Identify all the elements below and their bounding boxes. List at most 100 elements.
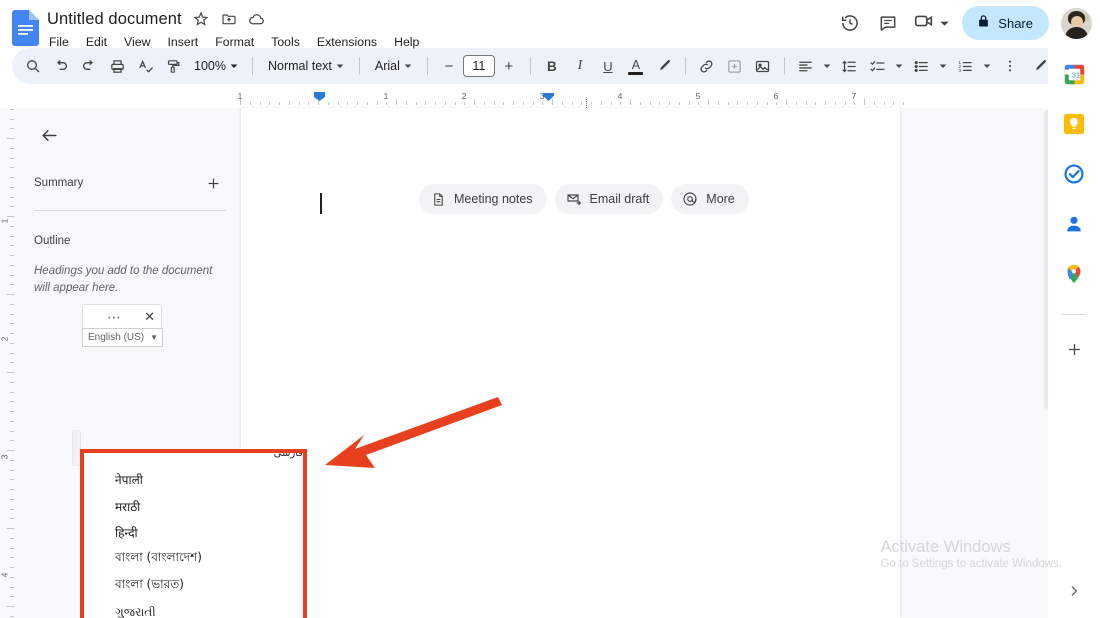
page-title[interactable]: Untitled document: [47, 10, 182, 29]
outline-label: Outline: [34, 235, 71, 247]
google-calendar-icon[interactable]: 31: [1058, 58, 1090, 90]
cloud-saved-icon[interactable]: [248, 10, 266, 28]
language-option[interactable]: বাংলা (বাংলাদেশ): [84, 546, 303, 573]
text-color-button[interactable]: A: [623, 53, 649, 79]
chevron-down-icon: [819, 58, 835, 74]
ruler-ticks: 11234567: [238, 90, 910, 108]
language-dropdown-list[interactable]: فارسی नेपाली मराठी हिन्दी বাংলা (বাংলাদেশ) বা…: [80, 449, 307, 618]
move-to-folder-icon[interactable]: [220, 10, 238, 28]
close-icon[interactable]: ✕: [144, 310, 155, 323]
plus-icon[interactable]: [202, 172, 224, 194]
chip-email-draft[interactable]: Email draft: [554, 184, 664, 214]
menu-item-format[interactable]: Format: [213, 34, 256, 50]
ruler-number: 4: [617, 91, 623, 101]
ruler-tick: [600, 102, 602, 105]
document-page[interactable]: Meeting notes Email draft More: [241, 108, 900, 618]
bulleted-list-icon[interactable]: [909, 53, 935, 79]
document-icon: [430, 191, 446, 207]
menu-item-view[interactable]: View: [122, 34, 152, 50]
paint-format-icon[interactable]: [160, 53, 186, 79]
menu-item-extensions[interactable]: Extensions: [315, 34, 379, 50]
meet-button[interactable]: [909, 6, 954, 40]
spellcheck-icon[interactable]: [132, 53, 158, 79]
language-option[interactable]: فارسی: [84, 453, 303, 467]
language-select[interactable]: English (US) ▼: [82, 328, 163, 347]
checklist-icon[interactable]: [865, 53, 891, 79]
menu-item-tools[interactable]: Tools: [269, 34, 302, 50]
ruler-tick: [10, 430, 14, 432]
google-docs-icon[interactable]: [12, 10, 39, 46]
highlight-pen-icon[interactable]: [651, 53, 677, 79]
language-option[interactable]: ગુજરાતી: [84, 599, 303, 618]
ruler-tick: [639, 102, 641, 105]
insert-image-icon[interactable]: [750, 53, 776, 79]
align-control[interactable]: [793, 53, 835, 79]
zoom-control[interactable]: 100%: [188, 53, 244, 79]
google-tasks-icon[interactable]: [1058, 158, 1090, 190]
increase-font-size-button[interactable]: +: [496, 53, 522, 79]
bulleted-list-control[interactable]: [909, 53, 951, 79]
ruler-tick: [10, 498, 14, 500]
chip-label: Meeting notes: [454, 192, 533, 206]
ruler-tick: [10, 128, 14, 130]
numbered-list-icon[interactable]: 1 2 3: [953, 53, 979, 79]
version-history-icon[interactable]: [833, 6, 867, 40]
vertical-ruler[interactable]: 1 2 3 4: [0, 108, 16, 618]
search-icon[interactable]: [20, 53, 46, 79]
first-line-indent-marker[interactable]: [314, 92, 325, 101]
ruler-number: 3: [0, 454, 10, 460]
back-arrow-icon[interactable]: [34, 120, 64, 150]
numbered-list-control[interactable]: 1 2 3: [953, 53, 995, 79]
star-icon[interactable]: [192, 10, 210, 28]
google-contacts-icon[interactable]: [1058, 208, 1090, 240]
bold-button[interactable]: B: [539, 53, 565, 79]
ruler-tick: [10, 440, 14, 442]
menu-item-file[interactable]: File: [47, 34, 71, 50]
outline-empty-hint: Headings you add to the document will ap…: [34, 265, 213, 295]
menu-item-help[interactable]: Help: [392, 34, 421, 50]
ruler-tick: [10, 537, 14, 539]
formatting-toolbar: 100% Normal text Arial − 11 + B I U A 1 …: [12, 48, 1100, 84]
align-left-icon[interactable]: [793, 53, 819, 79]
chip-meeting-notes[interactable]: Meeting notes: [419, 184, 547, 214]
google-keep-icon[interactable]: [1058, 108, 1090, 140]
chevron-down-icon: [400, 58, 416, 74]
ruler-tick: [659, 102, 661, 105]
chip-more[interactable]: More: [671, 184, 749, 214]
language-option[interactable]: मराठी: [84, 493, 303, 520]
activate-windows-watermark: Activate Windows Go to Settings to activ…: [880, 536, 1062, 570]
add-comment-icon[interactable]: [722, 53, 748, 79]
more-vertical-icon[interactable]: [997, 53, 1023, 79]
add-addon-button[interactable]: [1058, 333, 1090, 365]
menu-item-insert[interactable]: Insert: [165, 34, 200, 50]
ruler-tick: [10, 391, 14, 393]
ruler-tick: [10, 206, 14, 208]
print-icon[interactable]: [104, 53, 130, 79]
paragraph-style-dropdown[interactable]: Normal text: [261, 53, 351, 79]
avatar[interactable]: [1061, 7, 1092, 39]
ruler-tick: [503, 102, 505, 105]
checklist-control[interactable]: [865, 53, 907, 79]
undo-icon[interactable]: [48, 53, 74, 79]
insert-link-icon[interactable]: [694, 53, 720, 79]
underline-button[interactable]: U: [595, 53, 621, 79]
font-family-dropdown[interactable]: Arial: [368, 53, 419, 79]
ruler-tick: [10, 177, 14, 178]
redo-icon[interactable]: [76, 53, 102, 79]
horizontal-ruler[interactable]: 11234567: [0, 90, 1100, 108]
italic-button[interactable]: I: [567, 53, 593, 79]
language-option[interactable]: हिन्दी: [84, 520, 303, 547]
menu-item-edit[interactable]: Edit: [84, 34, 109, 50]
share-button[interactable]: Share: [962, 6, 1049, 40]
chevron-right-icon[interactable]: [1061, 578, 1087, 604]
line-spacing-icon[interactable]: [837, 53, 863, 79]
comment-icon[interactable]: [871, 6, 905, 40]
google-maps-icon[interactable]: [1058, 258, 1090, 290]
language-option[interactable]: नेपाली: [84, 467, 303, 494]
more-horizontal-icon[interactable]: ⋯: [89, 310, 122, 324]
font-size-input[interactable]: 11: [462, 55, 495, 77]
ruler-tick: [10, 333, 14, 334]
language-option[interactable]: বাংলা (ভারত): [84, 573, 303, 600]
decrease-font-size-button[interactable]: −: [436, 53, 462, 79]
margin-marker: [586, 99, 587, 108]
